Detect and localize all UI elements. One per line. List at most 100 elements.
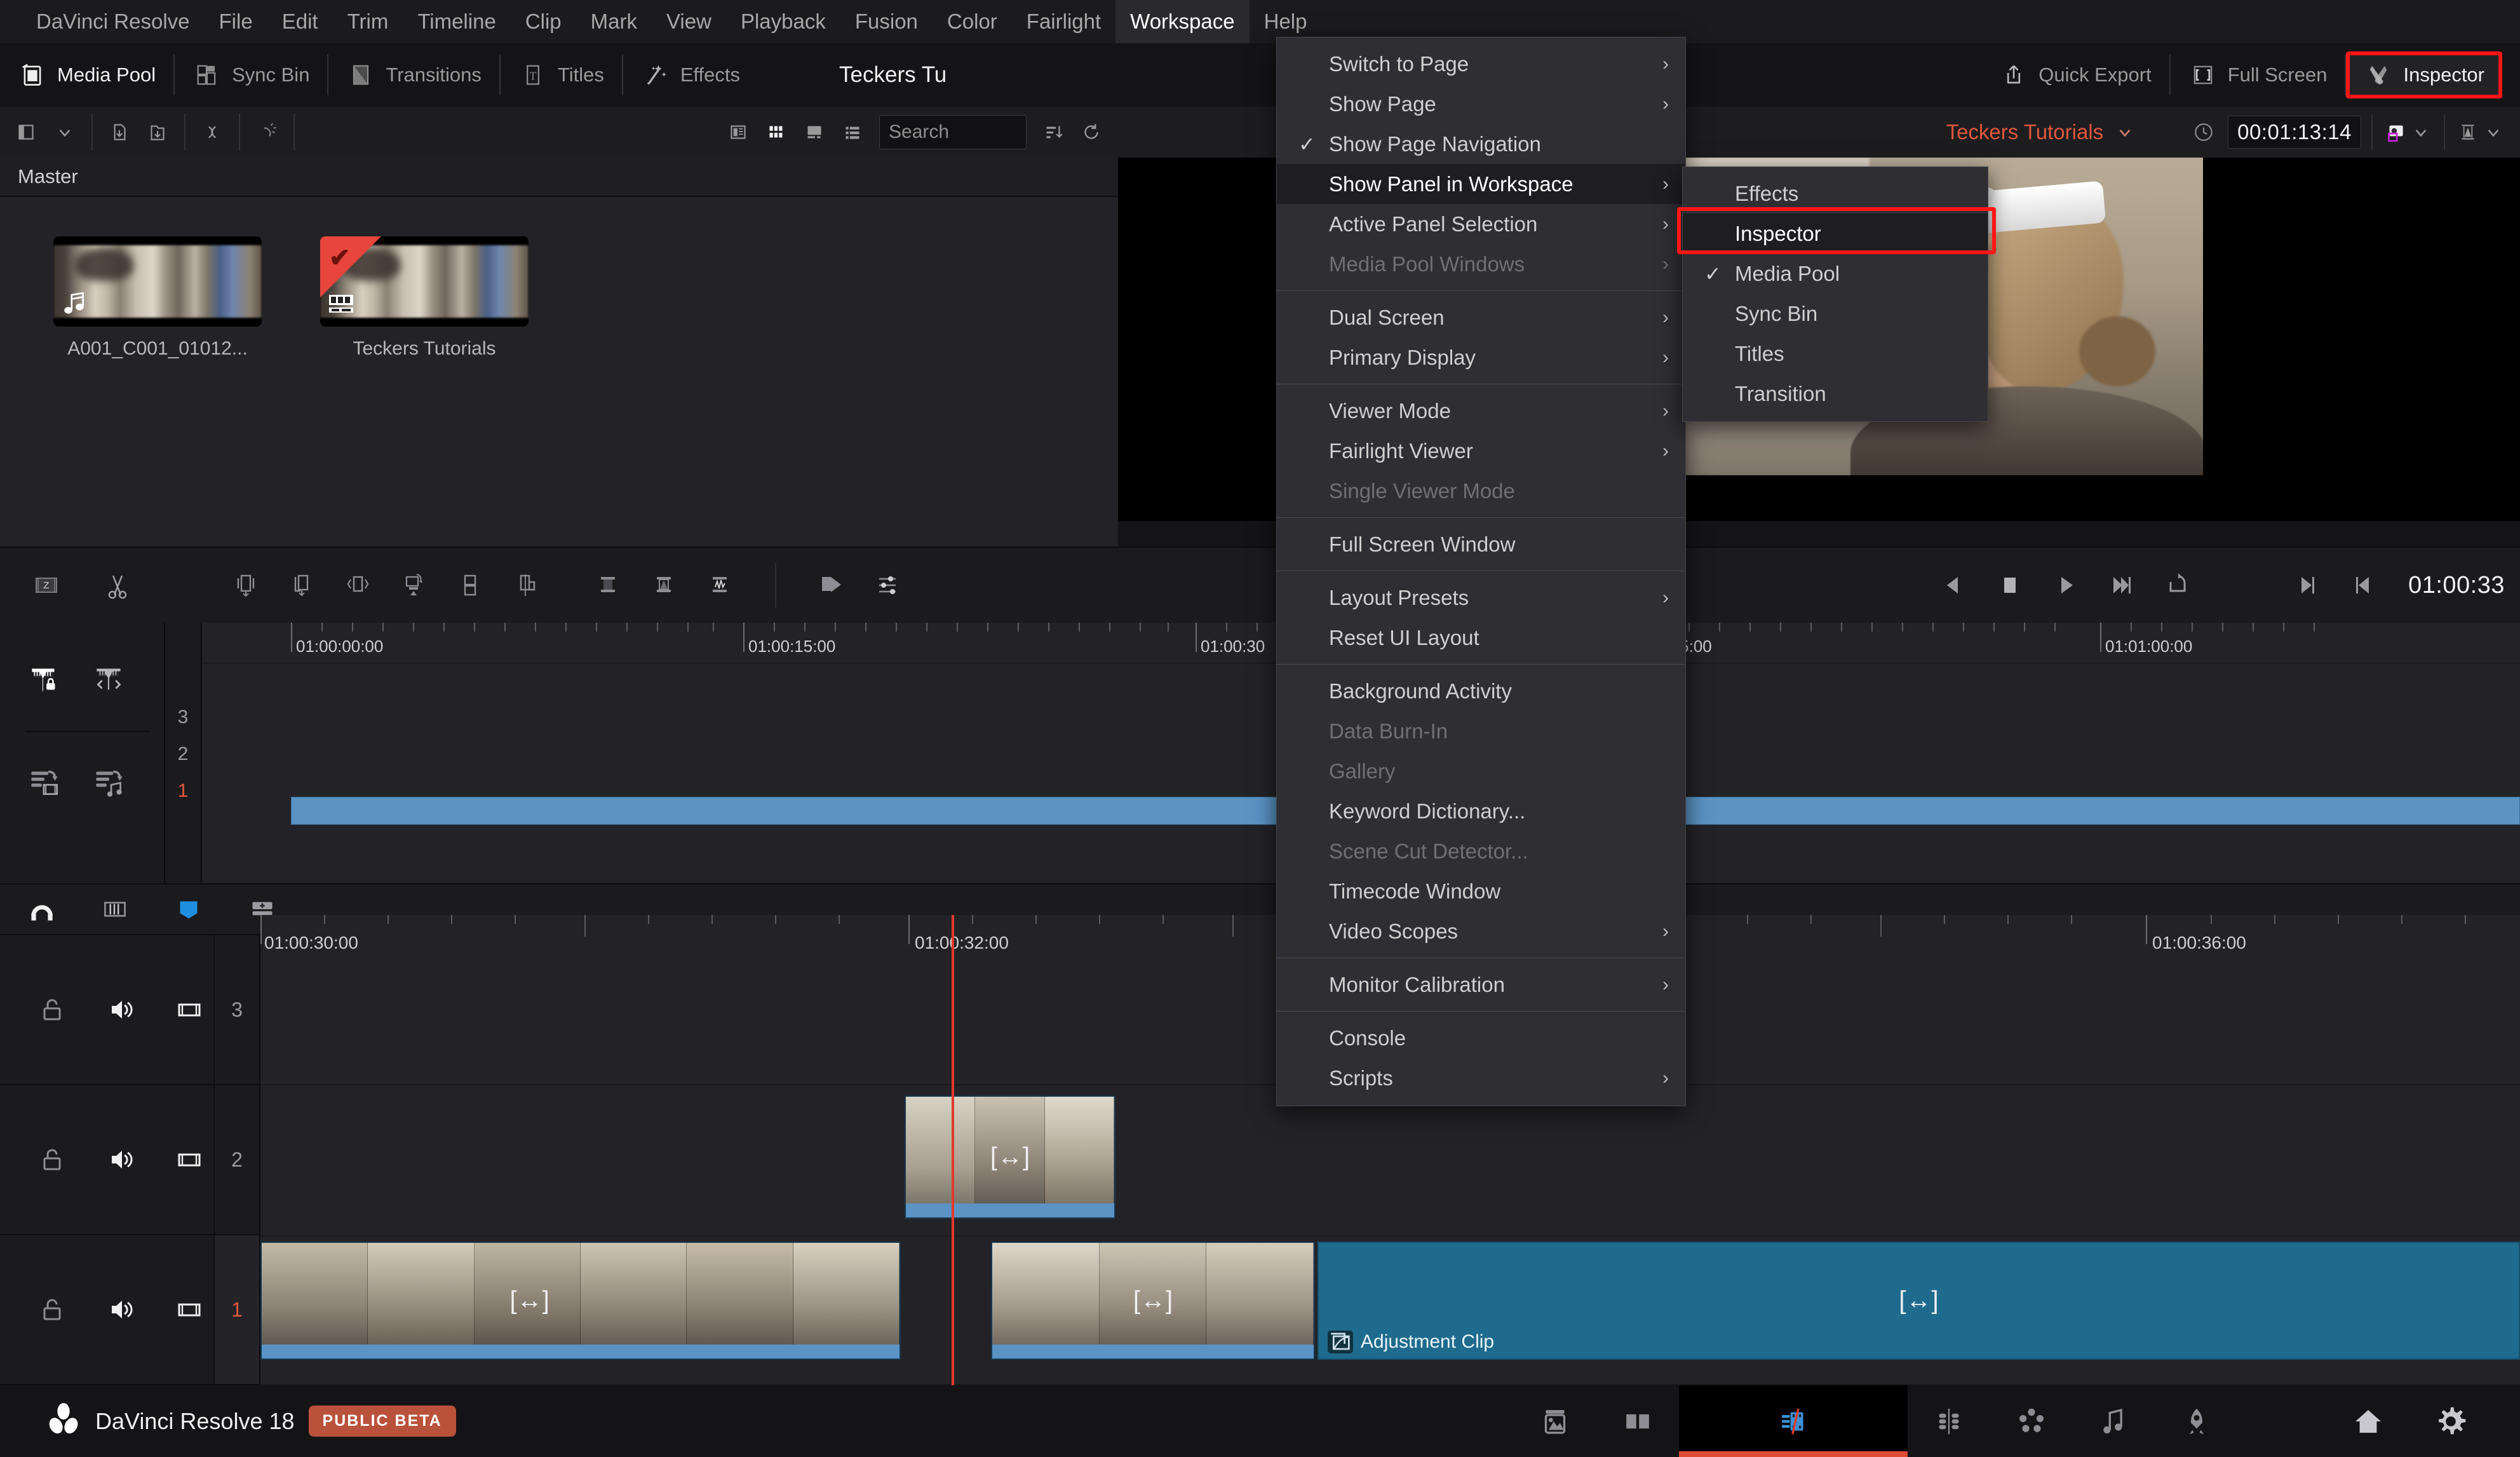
menu-item-dual-screen[interactable]: Dual Screen › [1277,297,1685,337]
menu-item-keyword-dictionary[interactable]: Keyword Dictionary... [1277,791,1685,831]
menu-item-fairlight-viewer[interactable]: Fairlight Viewer › [1277,431,1685,471]
playhead[interactable] [952,915,954,1385]
replace-clip-icon[interactable] [340,568,375,602]
submenu-item-effects[interactable]: Effects [1683,173,1988,213]
menu-trim[interactable]: Trim [333,0,403,43]
auto-track-video-icon[interactable] [25,762,65,802]
media-pool-bin-header[interactable]: Master [0,158,1118,197]
submenu-item-media-pool[interactable]: ✓ Media Pool [1683,254,1988,294]
import-folder-icon[interactable] [145,119,170,145]
menu-mark[interactable]: Mark [576,0,652,43]
place-over-icon[interactable] [647,568,681,602]
mute-audio-icon[interactable] [103,1142,138,1177]
menu-item-show-panel-in-workspace[interactable]: Show Panel in Workspace › [1277,164,1685,204]
fit-to-fill-icon[interactable] [396,568,431,602]
page-btn-deliver[interactable] [2155,1385,2238,1457]
timeline-clip[interactable]: [↔] [905,1095,1115,1219]
timeline-clip[interactable]: [↔] [991,1242,1315,1360]
menu-edit[interactable]: Edit [267,0,333,43]
metadata-view-icon[interactable] [725,119,751,145]
transport-timecode[interactable]: 01:00:33 [2408,572,2505,599]
unlink-clips-button[interactable] [240,114,293,151]
viewer-timeline-name[interactable]: Teckers Tutorials [1946,120,2104,144]
page-btn-cut[interactable] [1596,1385,1679,1457]
thumbnail-view-icon[interactable] [764,119,789,145]
clip-thumbnail[interactable]: ✔ [320,236,529,327]
menu-item-show-page-navigation[interactable]: ✓ Show Page Navigation [1277,124,1685,164]
menu-item-background-activity[interactable]: Background Activity [1277,671,1685,711]
media-pool-item[interactable]: ✔ Teckers Tutorials [320,236,529,360]
transform-onscreen-icon[interactable] [2455,119,2481,145]
list-view-icon[interactable] [840,119,865,145]
filmstrip-view-icon[interactable] [802,119,827,145]
menu-item-active-panel-selection[interactable]: Active Panel Selection › [1277,204,1685,244]
adjustment-clip[interactable]: [↔] Adjustment Clip [1317,1242,2520,1360]
go-to-previous-edit-icon[interactable] [2346,568,2380,602]
workspace-menu[interactable]: Switch to Page › Show Page › ✓ Show Page Na… [1276,37,1686,1106]
show-panel-submenu[interactable]: Effects Inspector ✓ Media Pool Sync Bin T… [1682,166,1988,422]
sync-clips-button[interactable] [185,114,239,151]
lock-icon[interactable] [34,992,70,1027]
menu-item-viewer-mode[interactable]: Viewer Mode › [1277,391,1685,431]
lock-playhead-icon[interactable] [25,661,65,700]
import-media-icon[interactable] [107,119,132,145]
bin-view-toggle[interactable] [0,114,91,151]
sync-bin-button[interactable]: Sync Bin [175,55,327,95]
menu-item-show-page[interactable]: Show Page › [1277,84,1685,124]
video-enable-icon[interactable] [172,1292,207,1327]
ripple-overwrite-icon[interactable] [508,568,542,602]
chevron-down-icon[interactable] [2408,119,2434,145]
submenu-item-inspector[interactable]: Inspector [1683,213,1988,254]
flag-marker-icon[interactable] [97,891,133,928]
menu-color[interactable]: Color [933,0,1012,43]
still-grab-icon[interactable] [2383,119,2408,145]
place-on-top-icon[interactable] [452,568,487,602]
chevron-down-icon[interactable] [2481,119,2506,145]
menu-item-switch-to-page[interactable]: Switch to Page › [1277,44,1685,84]
blade-edit-mode-icon[interactable] [100,568,135,602]
sort-order-icon[interactable] [1041,119,1066,145]
menu-item-video-scopes[interactable]: Video Scopes › [1277,911,1685,951]
menu-item-reset-ui-layout[interactable]: Reset UI Layout [1277,618,1685,658]
transitions-button[interactable]: Transitions [328,55,499,95]
trim-range-icon[interactable] [90,661,130,700]
menu-fairlight[interactable]: Fairlight [1012,0,1115,43]
project-settings-button[interactable] [2409,1385,2492,1457]
page-btn-color[interactable] [1990,1385,2073,1457]
snapping-magnet-icon[interactable] [23,891,60,928]
lock-icon[interactable] [34,1292,70,1327]
snapping-clip-icon[interactable]: Z [29,568,64,602]
step-back-icon[interactable] [1937,568,1971,602]
mute-audio-icon[interactable] [103,992,138,1027]
timeline-clip[interactable]: [↔] [260,1242,901,1360]
menu-fusion[interactable]: Fusion [840,0,933,43]
video-enable-icon[interactable] [172,1142,207,1177]
menu-item-primary-display[interactable]: Primary Display › [1277,337,1685,377]
page-btn-fairlight[interactable] [2073,1385,2155,1457]
submenu-item-sync-bin[interactable]: Sync Bin [1683,294,1988,334]
lock-icon[interactable] [34,1142,70,1177]
menu-item-console[interactable]: Console [1277,1018,1685,1058]
chevron-down-icon[interactable] [52,119,77,145]
audio-waveform-icon[interactable] [703,568,737,602]
full-screen-button[interactable]: Full Screen [2171,55,2345,95]
menu-file[interactable]: File [205,0,267,43]
menu-clip[interactable]: Clip [511,0,576,43]
clip-thumbnail[interactable] [53,236,262,327]
page-btn-edit[interactable] [1679,1385,1908,1457]
submenu-item-titles[interactable]: Titles [1683,334,1988,374]
menu-item-layout-presets[interactable]: Layout Presets › [1277,578,1685,618]
home-button[interactable] [2327,1385,2409,1457]
render-in-place-icon[interactable] [814,568,849,602]
page-btn-media[interactable] [1514,1385,1596,1457]
insert-clip-icon[interactable] [229,568,263,602]
audio-mixer-icon[interactable] [870,568,905,602]
refresh-icon[interactable] [1079,119,1104,145]
video-enable-icon[interactable] [172,992,207,1027]
viewer-timecode[interactable]: 00:01:13:14 [2228,116,2361,149]
track-lane-2[interactable]: [↔] [260,1087,2520,1237]
menu-item-scripts[interactable]: Scripts › [1277,1058,1685,1098]
menu-item-monitor-calibration[interactable]: Monitor Calibration › [1277,965,1685,1005]
search-input[interactable]: Search [879,115,1027,149]
menu-davinci-resolve[interactable]: DaVinci Resolve [22,0,205,43]
